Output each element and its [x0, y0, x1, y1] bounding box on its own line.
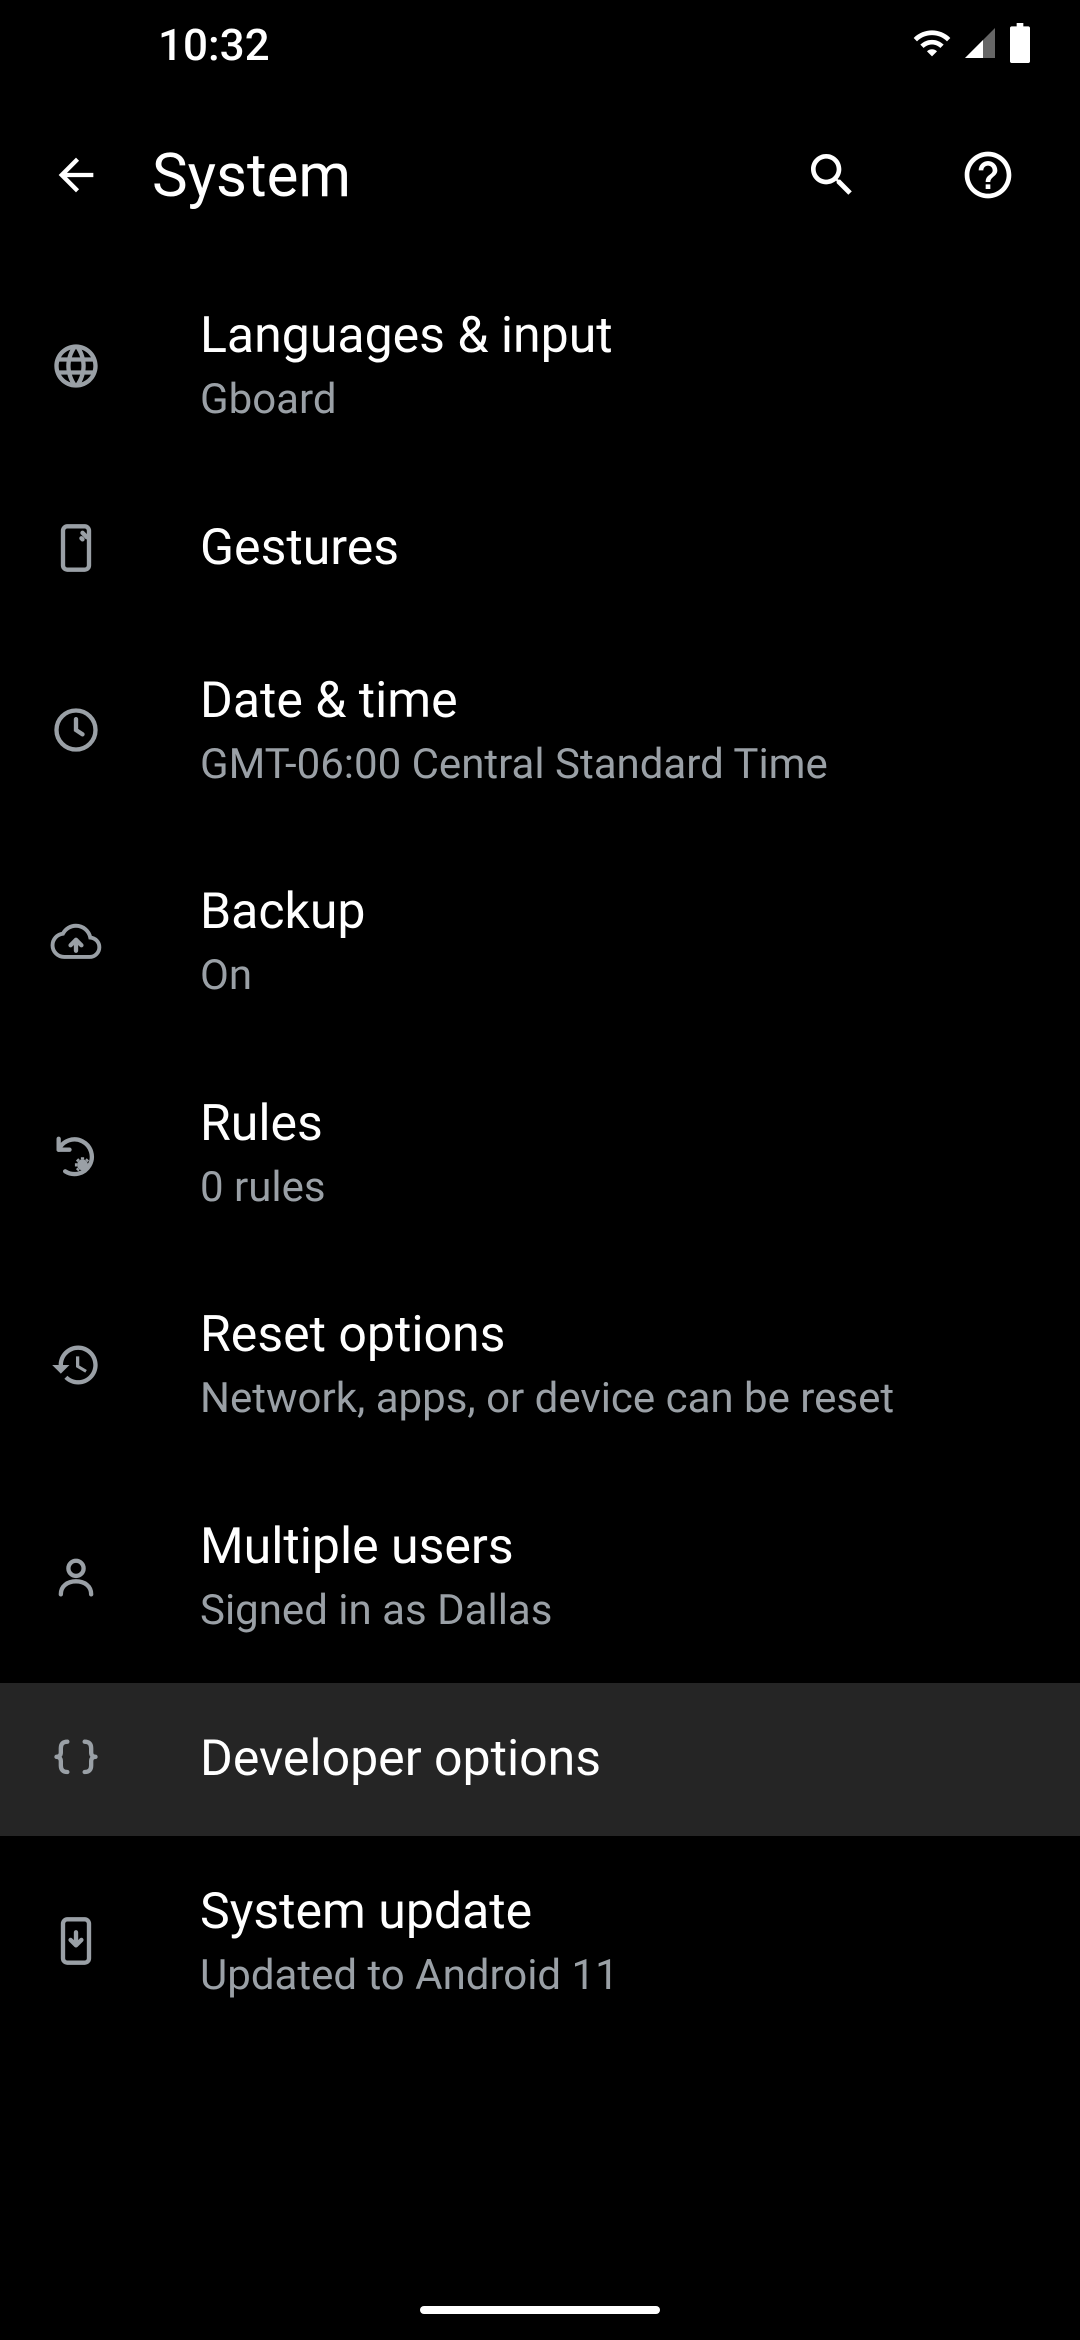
item-title: Reset options: [200, 1303, 894, 1368]
item-title: Rules: [200, 1092, 326, 1157]
wifi-icon: [912, 23, 952, 67]
cloud-upload-icon: [48, 914, 104, 970]
page-title: System: [152, 140, 720, 211]
item-system-update[interactable]: System update Updated to Android 11: [0, 1836, 1080, 2048]
search-button[interactable]: [788, 131, 876, 219]
item-subtitle: Network, apps, or device can be reset: [200, 1372, 894, 1427]
item-title: Gestures: [200, 516, 399, 581]
item-subtitle: 0 rules: [200, 1161, 326, 1216]
app-bar: System: [0, 90, 1080, 260]
item-rules[interactable]: Rules 0 rules: [0, 1048, 1080, 1260]
item-date-time[interactable]: Date & time GMT-06:00 Central Standard T…: [0, 625, 1080, 837]
item-backup[interactable]: Backup On: [0, 836, 1080, 1048]
system-update-icon: [48, 1913, 104, 1969]
status-time: 10:32: [158, 19, 270, 71]
item-title: Backup: [200, 880, 366, 945]
settings-list: Languages & input Gboard Gestures Date &…: [0, 260, 1080, 2047]
item-title: Date & time: [200, 669, 828, 734]
item-subtitle: On: [200, 949, 366, 1004]
item-subtitle: Signed in as Dallas: [200, 1584, 552, 1639]
clock-icon: [48, 702, 104, 758]
cellular-icon: [962, 25, 998, 65]
status-bar: 10:32: [0, 0, 1080, 90]
item-languages-input[interactable]: Languages & input Gboard: [0, 260, 1080, 472]
navigation-gesture-bar[interactable]: [420, 2306, 660, 2314]
item-reset-options[interactable]: Reset options Network, apps, or device c…: [0, 1259, 1080, 1471]
item-subtitle: GMT-06:00 Central Standard Time: [200, 738, 828, 793]
battery-icon: [1008, 23, 1032, 67]
item-subtitle: Gboard: [200, 373, 613, 428]
item-developer-options[interactable]: Developer options: [0, 1683, 1080, 1836]
gesture-icon: [48, 520, 104, 576]
rules-icon: [48, 1126, 104, 1182]
item-title: Developer options: [200, 1727, 601, 1792]
person-icon: [48, 1549, 104, 1605]
item-title: Multiple users: [200, 1515, 552, 1580]
item-multiple-users[interactable]: Multiple users Signed in as Dallas: [0, 1471, 1080, 1683]
braces-icon: [48, 1731, 104, 1787]
restore-icon: [48, 1337, 104, 1393]
help-button[interactable]: [944, 131, 1032, 219]
item-title: System update: [200, 1880, 619, 1945]
item-subtitle: Updated to Android 11: [200, 1949, 619, 2004]
back-button[interactable]: [48, 147, 104, 203]
globe-icon: [48, 338, 104, 394]
item-title: Languages & input: [200, 304, 613, 369]
item-gestures[interactable]: Gestures: [0, 472, 1080, 625]
status-icons: [912, 23, 1032, 67]
